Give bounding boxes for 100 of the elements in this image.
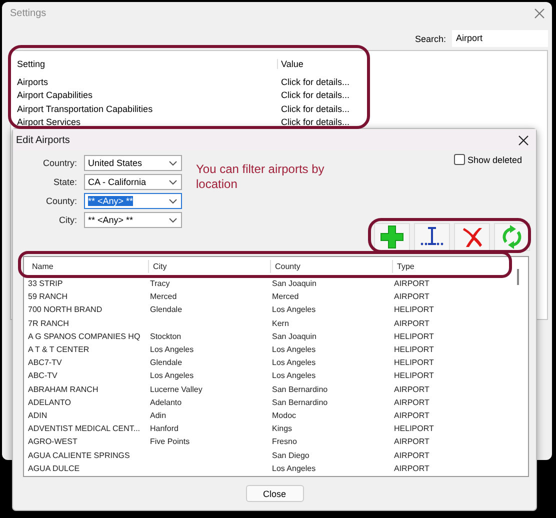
table-cell-text: AIRPORT [393,450,430,462]
plus-icon [380,225,404,249]
column-header[interactable]: County [270,260,392,273]
table-cell-text: HELIPORT [393,330,435,343]
table-cell-text: HELIPORT [393,423,435,436]
filter-label: City: [58,214,77,227]
setting-value[interactable]: Click for details... [277,76,547,87]
table-cell-text: AIRPORT [393,462,430,475]
column-header[interactable]: Setting [11,59,277,69]
setting-value[interactable]: Click for details... [277,117,547,128]
column-header[interactable]: Name [28,260,148,273]
table-cell-text: Los Angeles [271,304,317,316]
table-cell-text: AIRPORT [393,384,430,396]
table-cell-text: AIRPORT [393,396,430,409]
setting-name[interactable]: Airport Services [11,117,277,128]
table-cell-text: Merced [271,291,300,304]
show-deleted-checkbox[interactable]: Show deleted [454,154,522,165]
table-cell-text: AIRPORT [393,436,430,448]
table-cell-text: Los Angeles [271,370,317,382]
search-field[interactable]: Airport [452,30,548,47]
dialog-title: Edit Airports [16,134,70,146]
table-cell-text: HELIPORT [393,344,435,356]
x-icon [461,226,483,248]
table-cell-text: San Diego [271,450,310,462]
table-cell-text: AGRO-WEST [27,436,78,448]
table-cell-text: ADIN [27,410,48,422]
table-cell-text: AGUA CALIENTE SPRINGS [27,450,131,462]
table-cell-text: Merced [149,291,178,304]
column-header[interactable]: Type [392,260,496,273]
chevron-down-icon[interactable] [169,198,177,204]
column-header[interactable]: Value [277,59,547,69]
filter-label: Country: [42,157,77,170]
table-cell-text: Adin [149,410,168,422]
table-cell-text: San Bernardino [271,384,329,396]
table-cell-text: Fresno [271,436,298,448]
table-cell-text: Five Points [149,436,191,448]
table-cell-text: Lucerne Valley [149,384,204,396]
text-cursor-icon [420,226,444,248]
filter-label: State: [52,176,77,189]
table-cell-text: San Bernardino [271,396,329,409]
chevron-down-icon[interactable] [169,180,177,184]
setting-name[interactable]: Airports [11,76,277,87]
table-cell-text: Los Angeles [149,370,195,382]
chevron-down-icon[interactable] [169,160,177,166]
refresh-icon [501,225,523,249]
table-cell-text: Los Angeles [271,344,317,356]
table-cell-text: AIRPORT [393,291,430,304]
table-cell-text: Adelanto [149,396,183,409]
table-cell-text: Los Angeles [149,344,195,356]
table-cell-text: Kings [271,423,294,436]
column-header[interactable]: City [148,260,270,273]
window-title: Settings [10,8,46,18]
table-cell-text: ABC7-TV [27,357,63,370]
table-cell-text: San Joaquin [271,330,318,343]
table-cell-text: Stockton [149,330,182,343]
scrollbar-thumb[interactable] [517,269,519,285]
table-cell-text: Los Angeles [271,462,317,475]
table-cell-text: Glendale [149,304,184,316]
table-cell-text: A G SPANOS COMPANIES HQ [27,330,142,343]
table-cell-text: ADELANTO [27,396,72,409]
setting-value[interactable]: Click for details... [277,90,547,100]
dropdown[interactable]: ** <Any> ** [84,193,182,209]
table-cell-text: HELIPORT [393,304,435,316]
delete-button[interactable] [454,223,490,251]
refresh-button[interactable] [494,223,530,251]
table-cell-text: Modoc [271,410,298,422]
hint-text: You can filter airports by location [196,162,326,193]
table-cell-text: AIRPORT [393,278,430,290]
table-cell-text: AGUA DULCE [27,462,81,475]
dropdown[interactable]: United States [84,155,182,171]
table-cell-text: Kern [271,318,290,330]
dropdown[interactable]: CA - California [84,174,182,190]
add-button[interactable] [374,223,410,251]
table-cell-text: HELIPORT [393,370,435,382]
filter-label: County: [44,195,77,208]
table-cell-text: A T & T CENTER [27,344,90,356]
setting-name[interactable]: Airport Transportation Capabilities [11,104,277,114]
search-label: Search: [414,34,446,44]
table-cell-text: ABC-TV [27,370,58,382]
table-cell-text: 59 RANCH [27,291,69,304]
table-cell-text: Los Angeles [271,357,317,370]
chevron-down-icon[interactable] [169,218,177,222]
table-cell-text: 33 STRIP [27,278,64,290]
dropdown[interactable]: ** <Any> ** [84,212,182,228]
table-cell-text: HELIPORT [393,357,435,370]
table-cell-text: Hanford [149,423,180,436]
table-cell-text: ABRAHAM RANCH [27,384,100,396]
table-cell-text: San Joaquin [271,278,318,290]
setting-value[interactable]: Click for details... [277,104,547,114]
close-button[interactable]: Close [246,485,304,502]
table-cell-text: AIRPORT [393,318,430,330]
edit-button[interactable] [414,223,450,251]
table-cell-text: Tracy [149,278,171,290]
setting-name[interactable]: Airport Capabilities [11,90,277,100]
close-icon[interactable] [518,134,529,146]
table-cell-text: 700 NORTH BRAND [27,304,104,316]
table-cell-text: AIRPORT [393,410,430,422]
table-cell-text: Glendale [149,357,184,370]
table-cell-text: 7R RANCH [27,318,70,330]
table-cell-text: ADVENTIST MEDICAL CENT... [27,423,142,436]
